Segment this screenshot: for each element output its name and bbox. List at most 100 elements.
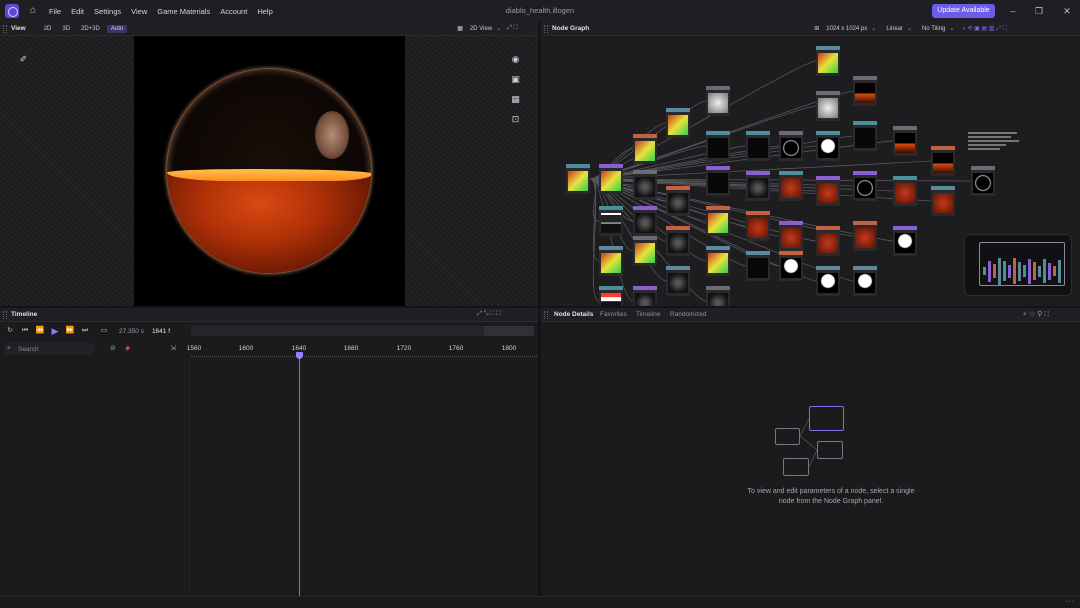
graph-node[interactable] (853, 171, 877, 201)
graph-node[interactable] (706, 246, 730, 276)
playhead-handle[interactable] (296, 352, 303, 359)
panel-options-icon[interactable]: ⌕ ☆ ⚲ ⛶ (1023, 310, 1049, 319)
play-icon[interactable]: ▶ (50, 326, 60, 336)
eyedropper-icon[interactable]: ✐ (18, 54, 29, 65)
vertical-splitter[interactable] (538, 22, 541, 596)
graph-node[interactable] (816, 176, 840, 206)
horizontal-splitter[interactable] (0, 306, 1080, 308)
graph-node[interactable] (746, 251, 770, 281)
drag-handle-icon[interactable] (3, 310, 7, 319)
graph-node[interactable] (746, 171, 770, 201)
graph-node[interactable] (893, 176, 917, 206)
light-icon[interactable]: ◉ (510, 54, 521, 65)
graph-node[interactable] (633, 236, 657, 266)
playhead-line[interactable] (299, 352, 300, 596)
graph-node[interactable] (816, 226, 840, 256)
mode-2d3d-button[interactable]: 2D+3D (77, 25, 104, 33)
chevron-down-icon[interactable]: ⌄ (907, 25, 912, 32)
viewport[interactable]: ✐ ◉ ▣ ▦ ⊡ (0, 36, 538, 306)
graph-node[interactable] (599, 286, 623, 306)
graph-node[interactable] (706, 286, 730, 306)
no-keyframe-icon[interactable]: ⊘ (110, 344, 116, 352)
timeline-range-bar[interactable] (191, 326, 534, 336)
menu-help[interactable]: Help (257, 7, 272, 16)
timeline-ruler[interactable]: 1560 1600 1640 1680 1720 1760 1800 (187, 343, 537, 357)
graph-node[interactable] (599, 164, 623, 194)
record-keyframe-icon[interactable]: ◈ (125, 344, 130, 352)
graph-node[interactable] (746, 131, 770, 161)
home-icon[interactable]: ⌂ (27, 5, 39, 17)
update-available-button[interactable]: Update Available (932, 4, 995, 18)
tab-favorites[interactable]: Favorites (600, 308, 627, 322)
graph-node[interactable] (633, 134, 657, 164)
fit-icon[interactable]: ⊡ (510, 114, 521, 125)
panel-options-icon[interactable]: ⤢ ⛶ (507, 25, 518, 32)
frame-field[interactable]: 1641 f (152, 328, 170, 335)
track-divider[interactable] (189, 358, 190, 596)
filter-dropdown[interactable]: Linear (882, 25, 907, 33)
menu-file[interactable]: File (49, 7, 61, 16)
node-graph-canvas[interactable] (541, 36, 1080, 306)
mode-2d-button[interactable]: 2D (40, 25, 56, 33)
snap-icon[interactable]: ⇲ (170, 344, 176, 352)
menu-settings[interactable]: Settings (94, 7, 121, 16)
graph-node[interactable] (893, 226, 917, 256)
graph-node[interactable] (931, 186, 955, 216)
chevron-down-icon[interactable]: ⌄ (496, 25, 501, 32)
drag-handle-icon[interactable] (3, 24, 7, 33)
graph-node[interactable] (816, 131, 840, 161)
tab-node-details[interactable]: Node Details (554, 308, 593, 322)
tab-randomized[interactable]: Randomized (670, 308, 707, 322)
resolution-dropdown[interactable]: 1024 x 1024 px (822, 25, 871, 33)
menu-game-materials[interactable]: Game Materials (157, 7, 210, 16)
graph-node[interactable] (816, 46, 840, 76)
panel-options-icon[interactable]: ⤢ ⤡ ⛶ ⛶ (477, 311, 500, 318)
graph-node[interactable] (931, 146, 955, 176)
graph-tools-icon[interactable]: ⌕ ⟲ ▣ ▤ ▥ ⤢ ⛶ (962, 25, 1006, 33)
menu-account[interactable]: Account (220, 7, 247, 16)
graph-node[interactable] (779, 171, 803, 201)
mode-3d-button[interactable]: 3D (58, 25, 74, 33)
tiling-dropdown[interactable]: No Tiling (918, 25, 949, 33)
graph-node[interactable] (706, 166, 730, 196)
restore-icon[interactable]: ❐ (1032, 4, 1046, 18)
menu-view[interactable]: View (131, 7, 147, 16)
graph-node[interactable] (566, 164, 590, 194)
graph-node[interactable] (666, 226, 690, 256)
view-select-dropdown[interactable]: 2D View (466, 25, 496, 33)
graph-node[interactable] (633, 170, 657, 200)
graph-node[interactable] (816, 91, 840, 121)
skip-end-icon[interactable]: ⏭ (80, 326, 90, 336)
graph-node[interactable] (599, 246, 623, 276)
search-input[interactable]: ⌕ Search (4, 343, 94, 355)
frame-icon[interactable]: ▣ (510, 74, 521, 85)
graph-node[interactable] (853, 221, 877, 251)
minimap-viewport[interactable] (979, 242, 1065, 286)
graph-node[interactable] (706, 131, 730, 161)
graph-node[interactable] (706, 206, 730, 236)
graph-node[interactable] (779, 251, 803, 281)
graph-node[interactable] (746, 211, 770, 241)
app-logo-icon[interactable] (5, 4, 19, 18)
graph-node[interactable] (971, 166, 995, 196)
menu-edit[interactable]: Edit (71, 7, 84, 16)
graph-node[interactable] (599, 206, 623, 236)
graph-node[interactable] (853, 266, 877, 296)
grid-icon[interactable]: ▦ (510, 94, 521, 105)
monitor-icon[interactable]: ▭ (99, 326, 109, 336)
graph-node[interactable] (633, 286, 657, 306)
tab-timeline[interactable]: Timeline (636, 308, 660, 322)
chevron-down-icon[interactable]: ⌄ (871, 25, 876, 32)
close-icon[interactable]: ✕ (1060, 4, 1074, 18)
graph-node[interactable] (666, 108, 690, 138)
step-back-icon[interactable]: ⏪ (35, 326, 45, 336)
graph-node[interactable] (816, 266, 840, 296)
graph-minimap[interactable] (964, 234, 1072, 296)
step-forward-icon[interactable]: ⏩ (65, 326, 75, 336)
graph-node[interactable] (633, 206, 657, 236)
drag-handle-icon[interactable] (544, 310, 548, 319)
graph-node[interactable] (666, 266, 690, 296)
graph-node[interactable] (853, 121, 877, 151)
graph-node[interactable] (893, 126, 917, 156)
drag-handle-icon[interactable] (544, 24, 548, 33)
